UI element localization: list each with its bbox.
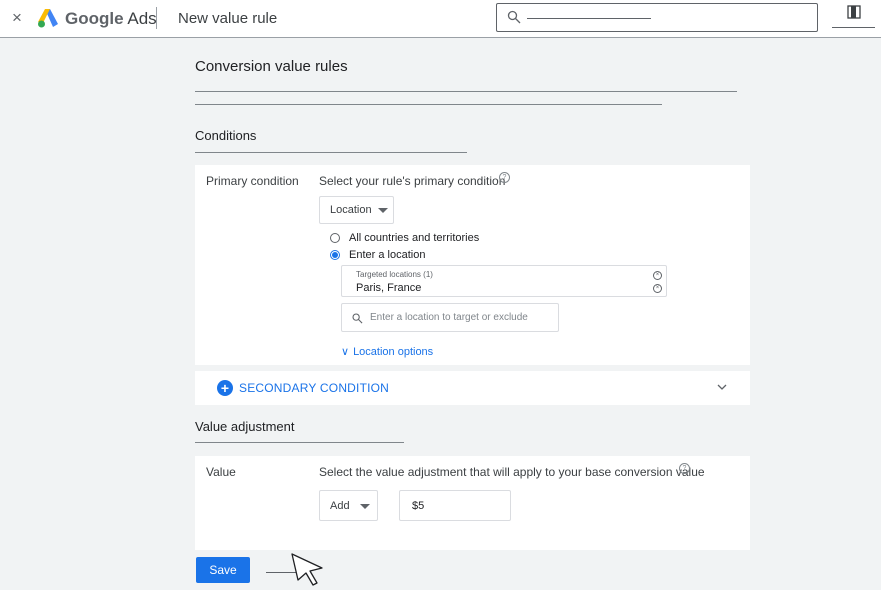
chevron-down-icon: ∨ — [341, 346, 350, 358]
brand-google: Google — [65, 9, 124, 28]
targeted-locations-box: Targeted locations (1) Paris, France × × — [341, 265, 667, 297]
search-icon — [352, 313, 363, 324]
radio-all-countries[interactable] — [330, 233, 340, 243]
remove-location-icon[interactable]: × — [653, 284, 662, 293]
location-options-link[interactable]: ∨ Location options — [341, 345, 433, 358]
location-options-label: Location options — [353, 346, 434, 358]
google-ads-logo-icon — [38, 9, 58, 28]
title-divider-1 — [195, 91, 737, 92]
value-card: Value Select the value adjustment that w… — [195, 456, 750, 550]
targeted-locations-caption: Targeted locations (1) — [356, 270, 433, 279]
panel-icon[interactable] — [847, 5, 861, 19]
secondary-condition-row[interactable]: + SECONDARY CONDITION — [195, 371, 750, 405]
header-search-input[interactable] — [496, 3, 818, 32]
add-icon: + — [217, 380, 233, 396]
conditions-divider — [195, 152, 467, 153]
primary-condition-prompt: Select your rule's primary condition — [319, 174, 506, 188]
caret-down-icon — [378, 208, 388, 213]
radio-enter-location[interactable] — [330, 250, 340, 260]
search-placeholder-line — [527, 18, 651, 19]
help-icon[interactable]: ? — [679, 463, 690, 474]
secondary-condition-label: SECONDARY CONDITION — [239, 381, 390, 395]
save-button[interactable]: Save — [196, 557, 250, 583]
location-search-input[interactable]: Enter a location to target or exclude — [341, 303, 559, 332]
top-app-bar: × Google Ads New value rule — [0, 0, 881, 38]
brand-name: Google Ads — [65, 9, 157, 29]
radio-enter-location-label: Enter a location — [349, 249, 426, 261]
header-underline — [832, 27, 875, 28]
adjustment-amount-input[interactable]: $5 — [399, 490, 511, 521]
value-adjustment-title: Value adjustment — [195, 419, 295, 434]
primary-condition-label: Primary condition — [206, 174, 299, 188]
title-divider-2 — [195, 104, 662, 105]
clear-all-icon[interactable]: × — [653, 271, 662, 280]
value-label: Value — [206, 465, 236, 479]
location-search-placeholder: Enter a location to target or exclude — [370, 312, 528, 323]
mouse-cursor-icon — [291, 553, 323, 586]
targeted-location-value: Paris, France — [356, 282, 422, 294]
header-divider — [156, 7, 157, 29]
conditions-title: Conditions — [195, 128, 257, 143]
caret-down-icon — [360, 504, 370, 509]
adjustment-type-value: Add — [330, 500, 350, 512]
page-title: New value rule — [178, 10, 278, 27]
condition-type-dropdown[interactable]: Location — [319, 196, 394, 224]
adjustment-type-dropdown[interactable]: Add — [319, 490, 378, 521]
radio-all-countries-label: All countries and territories — [349, 232, 480, 244]
close-icon[interactable]: × — [12, 9, 22, 27]
search-icon — [507, 10, 521, 24]
help-icon[interactable]: ? — [499, 172, 510, 183]
chevron-down-icon — [717, 384, 727, 390]
brand-ads: Ads — [127, 9, 157, 28]
value-prompt: Select the value adjustment that will ap… — [319, 465, 705, 479]
section-title: Conversion value rules — [195, 58, 348, 75]
primary-condition-card: Primary condition Select your rule's pri… — [195, 165, 750, 365]
adjustment-amount-value: $5 — [412, 500, 425, 512]
condition-type-value: Location — [330, 204, 372, 216]
value-adjustment-divider — [195, 442, 404, 443]
